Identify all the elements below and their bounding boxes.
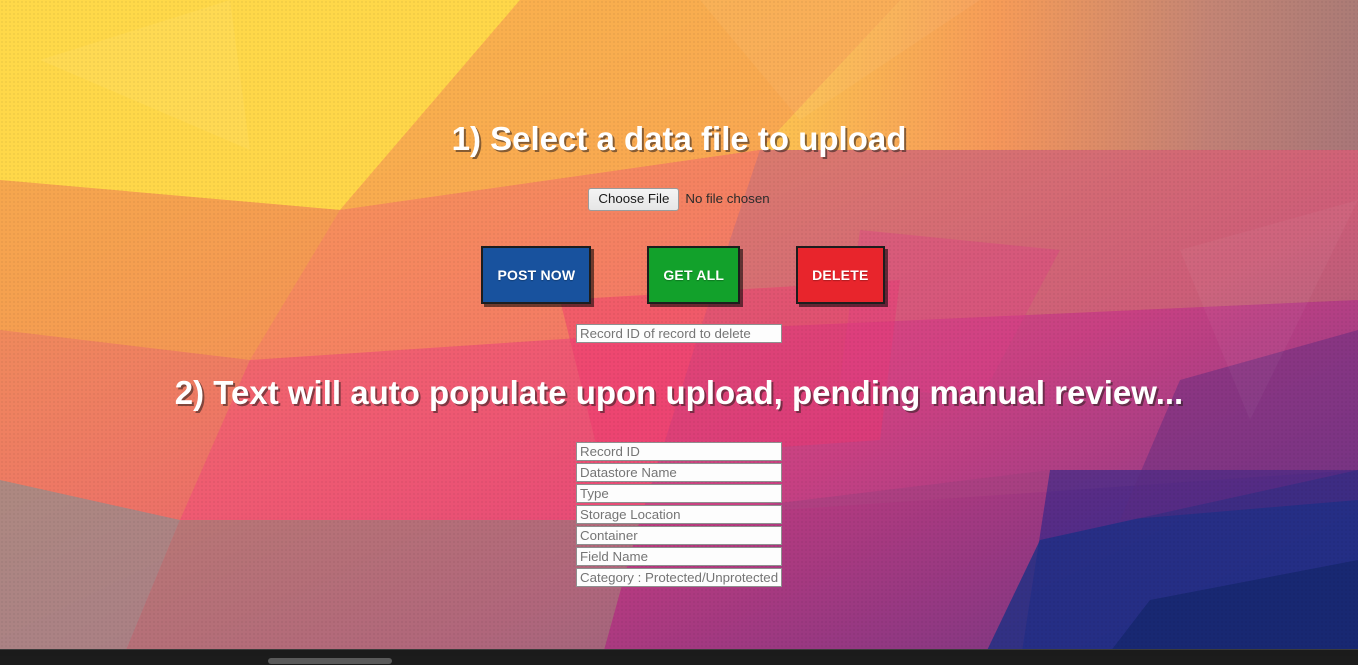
page-title-step-one: 1) Select a data file to upload [451, 120, 907, 157]
get-all-button[interactable]: GET ALL [647, 246, 741, 304]
action-button-row: POST NOW GET ALL DELETE [0, 246, 1358, 304]
field-name-input[interactable] [576, 547, 782, 566]
delete-record-id-input[interactable] [576, 324, 782, 343]
post-now-label: POST NOW [497, 267, 576, 283]
delete-button[interactable]: DELETE [796, 246, 885, 304]
record-field-stack [0, 442, 1358, 587]
file-upload-row: Choose File No file chosen [0, 187, 1358, 211]
horizontal-scrollbar-thumb[interactable] [268, 658, 392, 664]
delete-label: DELETE [812, 267, 869, 283]
post-now-button[interactable]: POST NOW [481, 246, 592, 304]
type-input[interactable] [576, 484, 782, 503]
container-input[interactable] [576, 526, 782, 545]
get-all-label: GET ALL [663, 267, 725, 283]
delete-record-id-row [0, 324, 1358, 343]
category-input[interactable] [576, 568, 782, 587]
storage-location-input[interactable] [576, 505, 782, 524]
page-title-step-two: 2) Text will auto populate upon upload, … [174, 374, 1184, 411]
datastore-name-input[interactable] [576, 463, 782, 482]
record-id-input[interactable] [576, 442, 782, 461]
browser-viewport: 1) Select a data file to upload Choose F… [0, 0, 1358, 665]
choose-file-button[interactable]: Choose File [588, 187, 680, 211]
file-chosen-status: No file chosen [685, 191, 770, 206]
horizontal-scrollbar-track[interactable] [0, 656, 1358, 665]
browser-bottom-bar [0, 649, 1358, 665]
page-content: 1) Select a data file to upload Choose F… [0, 0, 1358, 665]
